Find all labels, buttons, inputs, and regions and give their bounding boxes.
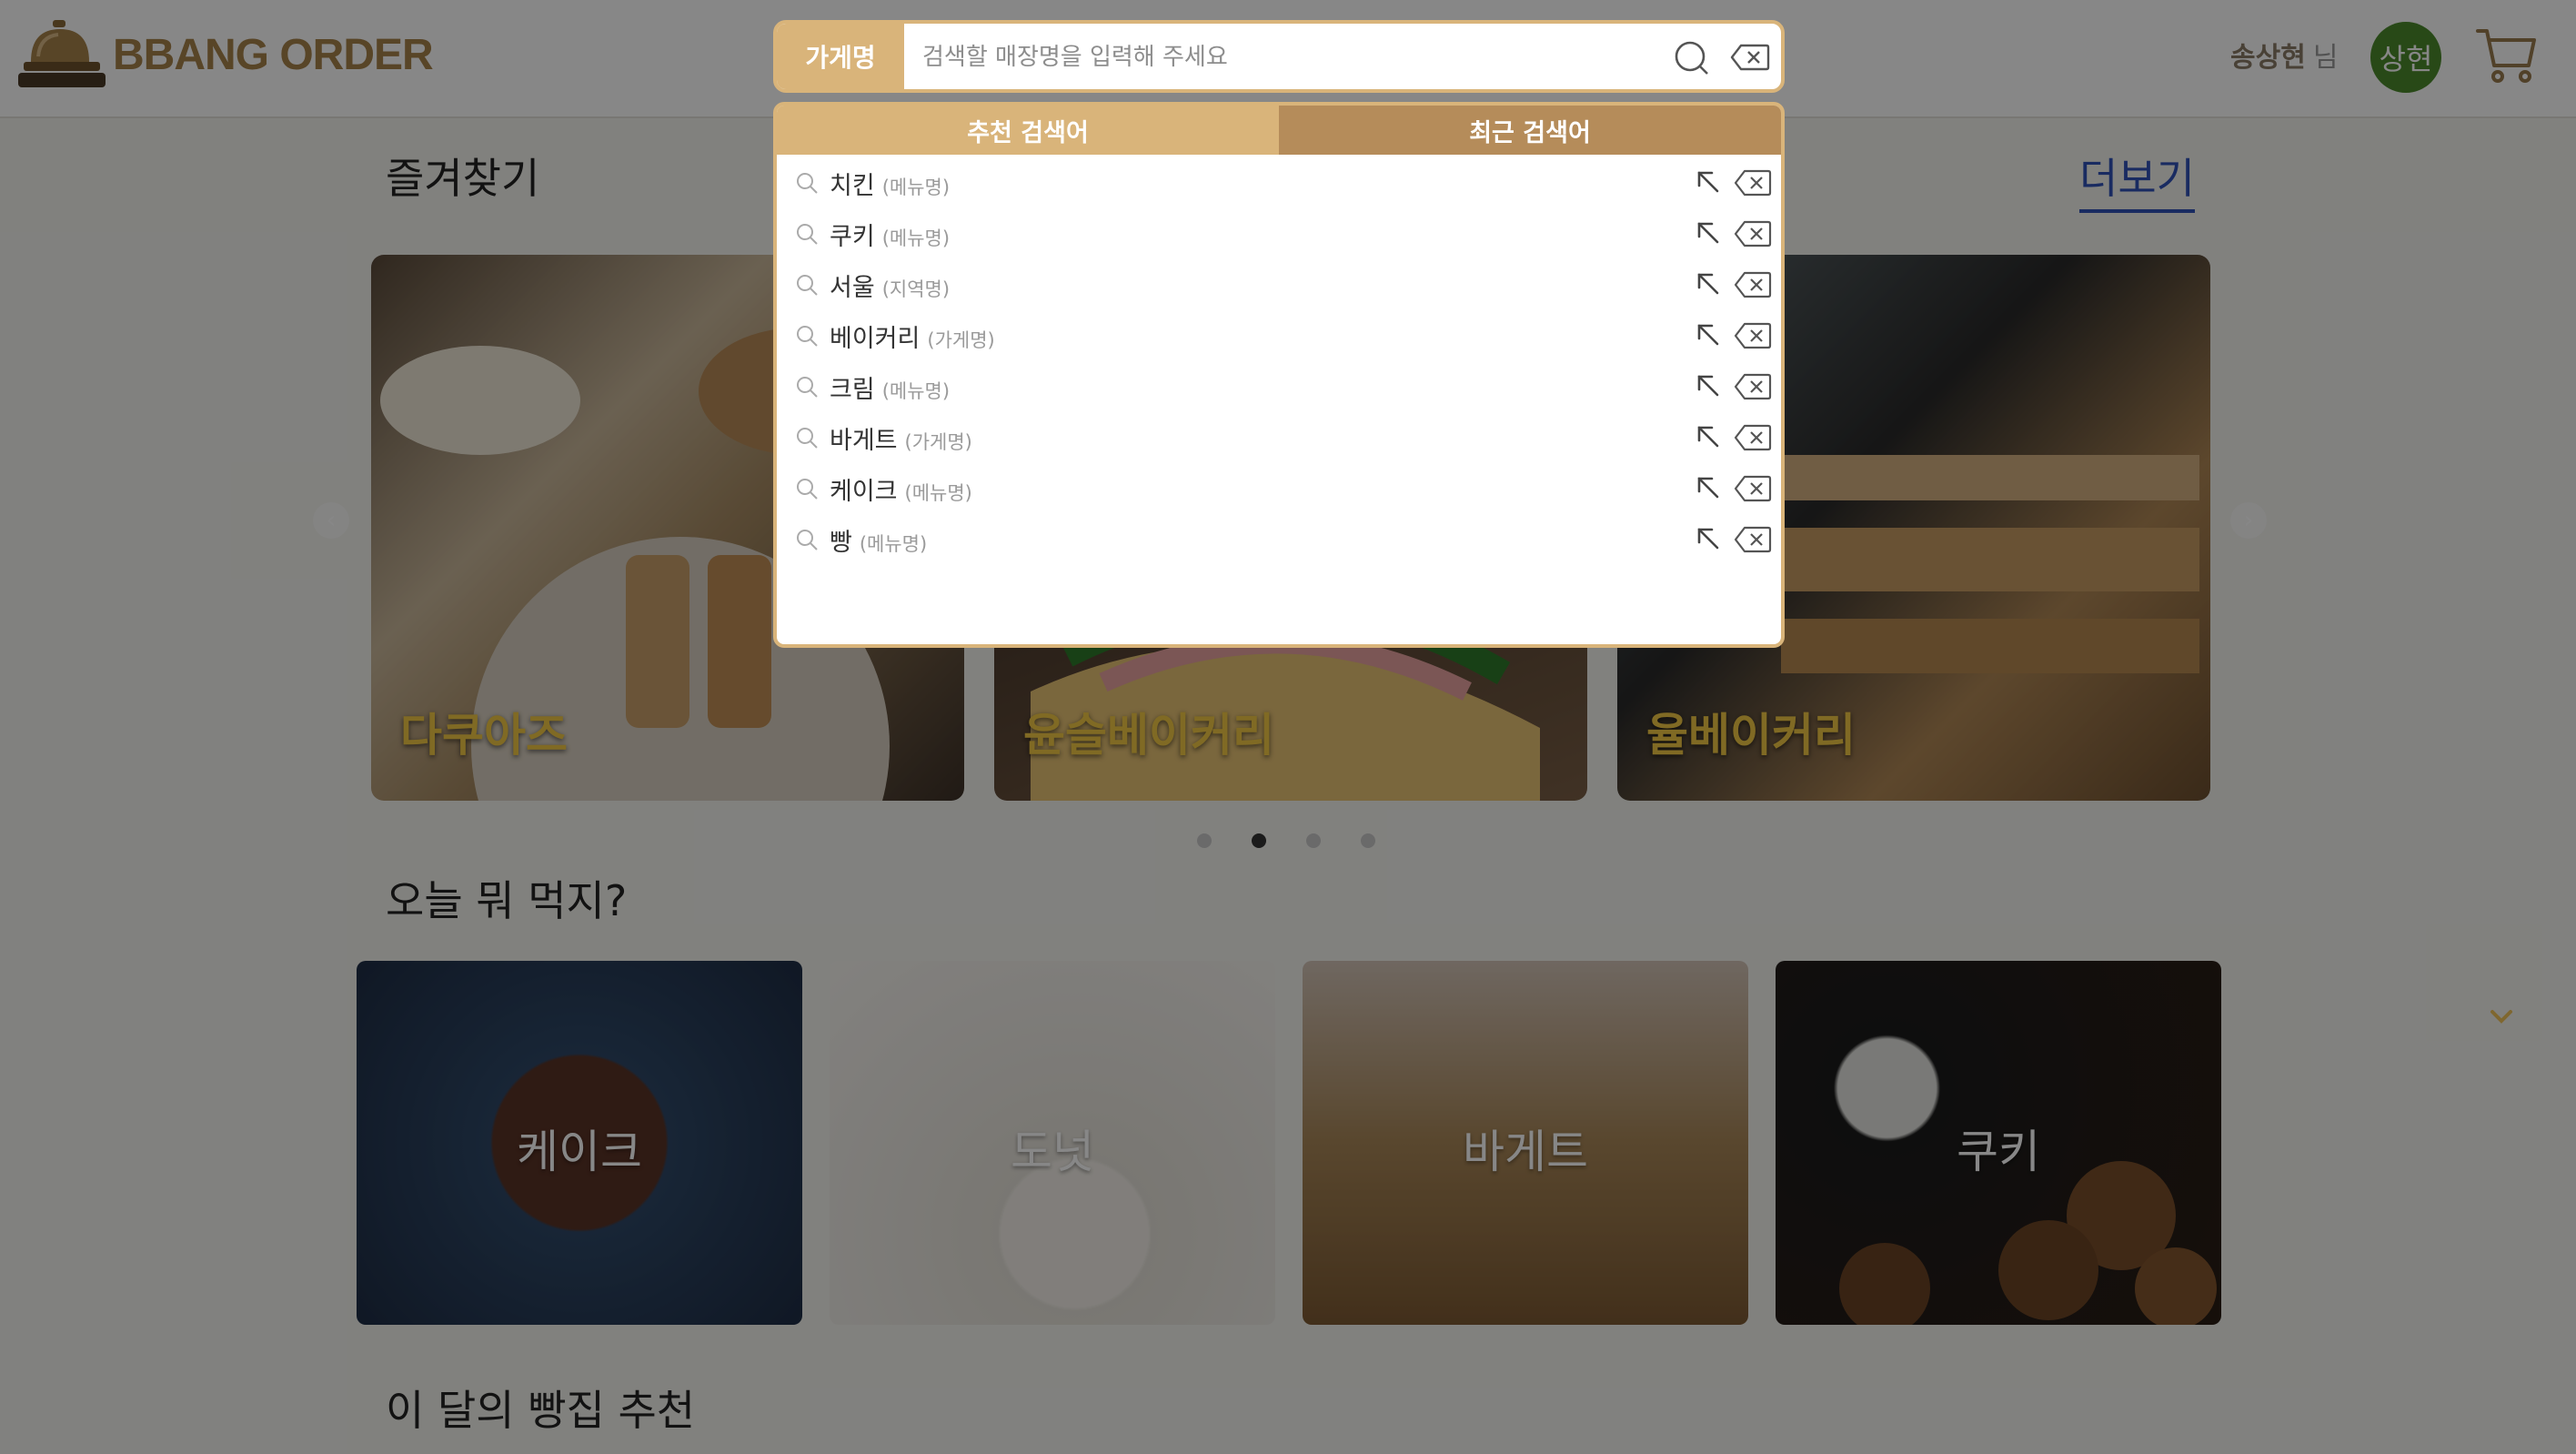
suggestion-item[interactable]: 쿠키 (메뉴명) <box>777 209 1781 260</box>
delete-suggestion-icon[interactable] <box>1734 220 1772 247</box>
suggestion-text: 케이크 (메뉴명) <box>830 471 972 507</box>
search-icon <box>795 273 819 297</box>
suggestion-item[interactable]: 서울 (지역명) <box>777 260 1781 311</box>
suggestion-keyword: 크림 <box>830 376 875 404</box>
search-icon <box>795 171 819 195</box>
suggestion-item[interactable]: 케이크 (메뉴명) <box>777 464 1781 515</box>
arrow-up-left-icon[interactable] <box>1694 167 1723 197</box>
delete-suggestion-icon[interactable] <box>1734 475 1772 502</box>
suggestion-keyword: 베이커리 <box>830 325 921 353</box>
delete-suggestion-icon[interactable] <box>1734 373 1772 400</box>
search-icon[interactable] <box>1674 40 1710 76</box>
arrow-up-left-icon[interactable] <box>1694 371 1723 400</box>
search-icon <box>795 528 819 551</box>
main-page: BBANG ORDER 송상현 님 상현 즐겨찾기 더보기 다쿠아즈 윤슬베이커… <box>0 0 2576 1454</box>
suggestion-tabs: 추천 검색어 최근 검색어 <box>777 106 1781 155</box>
delete-suggestion-icon[interactable] <box>1734 271 1772 298</box>
suggestion-type: (가게명) <box>904 431 972 453</box>
delete-suggestion-icon[interactable] <box>1734 526 1772 553</box>
delete-suggestion-icon[interactable] <box>1734 424 1772 451</box>
suggestion-text: 바게트 (가게명) <box>830 420 972 456</box>
suggestion-type: (메뉴명) <box>904 482 972 504</box>
suggestion-type: (메뉴명) <box>881 380 951 402</box>
suggestion-keyword: 쿠키 <box>830 223 875 251</box>
arrow-up-left-icon[interactable] <box>1694 524 1723 553</box>
suggestion-text: 빵 (메뉴명) <box>830 522 927 558</box>
suggestion-item[interactable]: 빵 (메뉴명) <box>777 515 1781 566</box>
suggestion-item[interactable]: 바게트 (가게명) <box>777 413 1781 464</box>
search-icon <box>795 222 819 246</box>
suggestion-type: (가게명) <box>927 329 995 351</box>
suggestion-type: (메뉴명) <box>881 177 951 198</box>
search-icon <box>795 477 819 500</box>
suggestion-keyword: 치킨 <box>830 172 875 200</box>
suggestion-item[interactable]: 베이커리 (가게명) <box>777 311 1781 362</box>
suggestion-type: (지역명) <box>881 278 951 300</box>
search-input[interactable] <box>921 33 1524 82</box>
suggestion-item[interactable]: 치킨 (메뉴명) <box>777 158 1781 209</box>
delete-suggestion-icon[interactable] <box>1734 169 1772 197</box>
suggestion-type: (메뉴명) <box>881 227 951 249</box>
tab-recommended[interactable]: 추천 검색어 <box>777 106 1279 155</box>
suggestion-text: 크림 (메뉴명) <box>830 369 950 405</box>
suggestion-text: 서울 (지역명) <box>830 268 950 303</box>
arrow-up-left-icon[interactable] <box>1694 422 1723 451</box>
suggestion-keyword: 케이크 <box>830 478 898 506</box>
arrow-up-left-icon[interactable] <box>1694 269 1723 298</box>
suggestion-keyword: 서울 <box>830 274 875 302</box>
arrow-up-left-icon[interactable] <box>1694 320 1723 349</box>
tab-recent[interactable]: 최근 검색어 <box>1279 106 1781 155</box>
search-icon <box>795 324 819 348</box>
search-bar: 가게명 <box>773 20 1785 93</box>
suggestion-text: 베이커리 (가게명) <box>830 318 995 354</box>
suggestion-text: 치킨 (메뉴명) <box>830 166 950 201</box>
clear-input-icon[interactable] <box>1730 44 1770 71</box>
search-category-select[interactable]: 가게명 <box>777 24 904 89</box>
suggestion-type: (메뉴명) <box>859 533 928 555</box>
search-icon <box>795 426 819 449</box>
suggestion-keyword: 빵 <box>830 529 852 557</box>
arrow-up-left-icon[interactable] <box>1694 473 1723 502</box>
suggestion-keyword: 바게트 <box>830 427 898 455</box>
search-icon <box>795 375 819 399</box>
suggestion-text: 쿠키 (메뉴명) <box>830 217 950 252</box>
search-suggestions-panel: 추천 검색어 최근 검색어 치킨 (메뉴명) 쿠키 (메뉴명) 서울 (지역명) 베이커리 (… <box>773 102 1785 648</box>
delete-suggestion-icon[interactable] <box>1734 322 1772 349</box>
arrow-up-left-icon[interactable] <box>1694 218 1723 247</box>
suggestion-item[interactable]: 크림 (메뉴명) <box>777 362 1781 413</box>
